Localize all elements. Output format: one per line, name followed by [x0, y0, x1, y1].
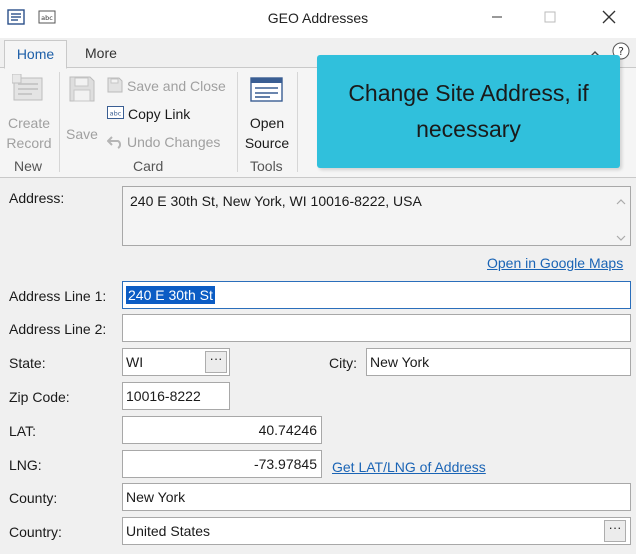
- scroll-down-icon[interactable]: [616, 229, 626, 245]
- save-label: Save: [66, 126, 98, 142]
- create-record-button[interactable]: Create Record: [5, 73, 53, 153]
- address-line1-field[interactable]: 240 E 30th St: [122, 281, 631, 309]
- create-record-label-1: Create: [7, 115, 51, 131]
- state-value: WI: [126, 354, 144, 370]
- country-lookup-button[interactable]: ···: [604, 520, 626, 542]
- undo-icon: [106, 133, 123, 152]
- close-button[interactable]: [586, 0, 632, 38]
- save-button[interactable]: Save: [63, 74, 101, 144]
- lat-label: LAT:: [9, 423, 36, 439]
- copy-link-icon: abc: [107, 105, 124, 123]
- maximize-icon: [544, 10, 556, 28]
- ribbon-separator: [297, 72, 298, 172]
- zip-code-label: Zip Code:: [9, 389, 70, 405]
- open-google-maps-link[interactable]: Open in Google Maps: [487, 255, 623, 271]
- zip-code-field[interactable]: 10016-8222: [122, 382, 230, 410]
- country-label: Country:: [9, 524, 62, 540]
- lng-label: LNG:: [9, 457, 42, 473]
- scroll-up-icon[interactable]: [616, 193, 626, 209]
- group-label-tools: Tools: [250, 158, 283, 174]
- lat-field[interactable]: 40.74246: [122, 416, 322, 444]
- open-source-icon: [243, 74, 291, 109]
- address-line2-label: Address Line 2:: [9, 321, 107, 337]
- callout-line-2: necessary: [416, 116, 521, 142]
- get-lat-lng-link[interactable]: Get LAT/LNG of Address: [332, 459, 486, 475]
- tab-home[interactable]: Home: [4, 40, 67, 69]
- save-and-close-icon: [107, 77, 123, 96]
- address-label: Address:: [9, 190, 65, 206]
- save-and-close-label: Save and Close: [127, 78, 226, 94]
- maximize-button[interactable]: [527, 0, 573, 38]
- undo-changes-label: Undo Changes: [127, 134, 221, 150]
- copy-link-button[interactable]: abc Copy Link: [107, 102, 190, 126]
- tab-more[interactable]: More: [75, 40, 127, 69]
- minimize-icon: [491, 10, 503, 28]
- city-field[interactable]: New York: [366, 348, 631, 376]
- address-line2-field[interactable]: [122, 314, 631, 342]
- address-display[interactable]: 240 E 30th St, New York, WI 10016-8222, …: [122, 186, 631, 246]
- ribbon-separator: [59, 72, 60, 172]
- country-field[interactable]: United States: [122, 517, 631, 545]
- address-line1-value: 240 E 30th St: [126, 286, 215, 304]
- state-lookup-button[interactable]: ···: [205, 351, 227, 373]
- country-value: United States: [126, 523, 211, 539]
- create-record-icon: [5, 73, 53, 109]
- state-label: State:: [9, 355, 46, 371]
- city-label: City:: [329, 355, 357, 371]
- save-icon: [63, 74, 101, 109]
- open-source-label-1: Open: [249, 115, 285, 131]
- undo-changes-button[interactable]: Undo Changes: [106, 130, 221, 154]
- address-scrollbar[interactable]: [612, 187, 630, 245]
- address-line1-label: Address Line 1:: [9, 288, 107, 304]
- county-field[interactable]: New York: [122, 483, 631, 511]
- callout-line-1: Change Site Address, if: [348, 80, 589, 106]
- minimize-button[interactable]: [474, 0, 520, 38]
- county-label: County:: [9, 490, 58, 506]
- open-source-label-2: Source: [244, 135, 290, 151]
- copy-link-label: Copy Link: [128, 106, 191, 122]
- address-display-value: 240 E 30th St, New York, WI 10016-8222, …: [130, 193, 422, 209]
- save-and-close-button[interactable]: Save and Close: [107, 74, 226, 98]
- svg-text:abc: abc: [110, 110, 122, 118]
- group-label-new: New: [14, 158, 43, 174]
- group-label-card: Card: [133, 158, 164, 174]
- lng-field[interactable]: -73.97845: [122, 450, 322, 478]
- instruction-callout: Change Site Address, if necessary: [317, 55, 620, 168]
- create-record-label-2: Record: [6, 135, 52, 151]
- title-bar: abc GEO Addresses: [0, 0, 636, 38]
- open-source-button[interactable]: Open Source: [243, 74, 291, 153]
- ribbon-separator: [237, 72, 238, 172]
- close-icon: [602, 10, 616, 29]
